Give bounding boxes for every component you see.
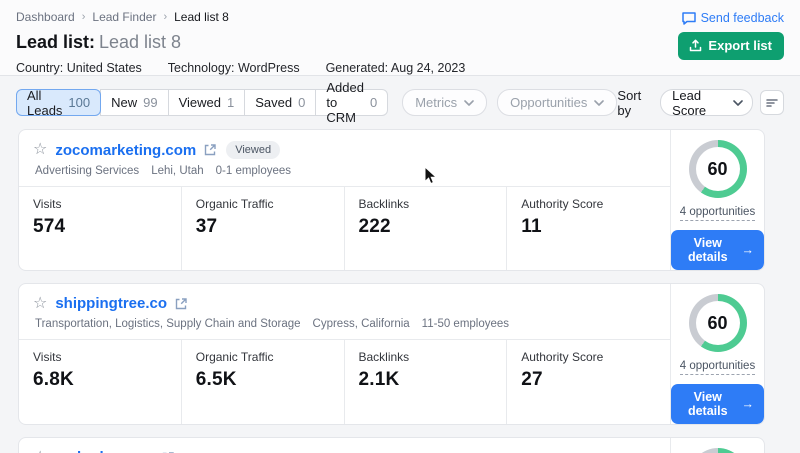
export-list-button[interactable]: Export list: [678, 32, 784, 60]
tab-saved[interactable]: Saved 0: [244, 89, 316, 116]
lead-card-shippingtree: ☆ shippingtree.co Transportation, Logist…: [18, 283, 765, 425]
sort-select[interactable]: Lead Score: [660, 89, 753, 116]
lead-list: ☆ zocomarketing.com Viewed Advertising S…: [18, 129, 765, 453]
lead-metrics: Visits 574 Organic Traffic 37 Backlinks …: [19, 186, 670, 270]
opportunities-link[interactable]: 4 opportunities: [680, 360, 755, 375]
breadcrumb-separator-icon: ›: [82, 11, 86, 23]
breadcrumb-item-lead-finder[interactable]: Lead Finder: [92, 10, 156, 24]
opportunities-dropdown-button[interactable]: Opportunities: [497, 89, 617, 116]
tab-count: 0: [298, 95, 305, 110]
breadcrumb: Dashboard › Lead Finder › Lead list 8: [16, 9, 465, 24]
meta-technology: Technology: WordPress: [168, 61, 300, 75]
tab-all-leads[interactable]: All Leads 100: [16, 89, 101, 116]
sort-descending-icon: [766, 98, 778, 108]
metric-organic-traffic: Organic Traffic 37: [182, 187, 345, 270]
sort-by-label: Sort by: [617, 88, 652, 118]
star-icon[interactable]: ☆: [33, 142, 47, 158]
lead-location: Lehi, Utah: [151, 165, 203, 177]
tab-count: 1: [227, 95, 234, 110]
metric-authority-score: Authority Score 27: [507, 340, 670, 424]
lead-score-value: 60: [696, 147, 740, 191]
lead-employees: 11-50 employees: [422, 318, 509, 330]
tab-added-to-crm[interactable]: Added to CRM 0: [315, 89, 388, 116]
lead-subinfo: Transportation, Logistics, Supply Chain …: [33, 318, 654, 330]
lead-score-ring: 60: [689, 294, 747, 352]
upload-icon: [689, 39, 702, 52]
export-list-label: Export list: [708, 38, 772, 53]
view-details-button[interactable]: View details →: [671, 384, 764, 424]
metrics-dropdown-button[interactable]: Metrics: [402, 89, 487, 116]
tab-label: All Leads: [27, 88, 62, 118]
sort-select-value: Lead Score: [672, 88, 733, 118]
external-link-icon[interactable]: [204, 144, 216, 156]
tab-new[interactable]: New 99: [100, 89, 168, 116]
lead-industry: Advertising Services: [35, 165, 139, 177]
lead-industry: Transportation, Logistics, Supply Chain …: [35, 318, 301, 330]
metrics-dropdown-label: Metrics: [415, 95, 457, 110]
tab-count: 0: [370, 95, 377, 110]
view-details-button[interactable]: View details →: [671, 230, 764, 270]
tab-viewed[interactable]: Viewed 1: [168, 89, 246, 116]
lead-domain-link[interactable]: zocomarketing.com: [55, 142, 196, 159]
lead-score-value: 60: [696, 301, 740, 345]
metric-organic-traffic: Organic Traffic 6.5K: [182, 340, 345, 424]
list-meta: Country: United States Technology: WordP…: [16, 61, 465, 75]
sort-direction-button[interactable]: [760, 90, 784, 115]
metric-authority-score: Authority Score 11: [507, 187, 670, 270]
chevron-down-icon: [464, 100, 474, 106]
tab-count: 100: [68, 95, 90, 110]
metric-backlinks: Backlinks 2.1K: [345, 340, 508, 424]
lead-subinfo: Advertising Services Lehi, Utah 0-1 empl…: [33, 165, 654, 177]
opportunities-link[interactable]: 4 opportunities: [680, 206, 755, 221]
viewed-badge: Viewed: [226, 141, 280, 159]
feedback-bubble-icon: [682, 12, 696, 25]
filter-bar: All Leads 100 New 99 Viewed 1 Saved 0 Ad…: [16, 89, 784, 116]
page-header: Dashboard › Lead Finder › Lead list 8 Le…: [0, 0, 800, 76]
breadcrumb-separator-icon: ›: [163, 11, 167, 23]
tab-label: Viewed: [179, 95, 221, 110]
page-title: Lead list:Lead list 8: [16, 31, 465, 53]
arrow-right-icon: →: [742, 397, 755, 411]
lead-status-tabs: All Leads 100 New 99 Viewed 1 Saved 0 Ad…: [16, 89, 388, 116]
lead-domain-link[interactable]: amhydro.com: [55, 449, 153, 453]
tab-label: New: [111, 95, 137, 110]
lead-card-amhydro: ☆ amhydro.com Farming Arcata, CA 11-50 e…: [18, 437, 765, 453]
tab-label: Added to CRM: [326, 80, 364, 125]
breadcrumb-item-dashboard[interactable]: Dashboard: [16, 10, 75, 24]
metric-backlinks: Backlinks 222: [345, 187, 508, 270]
metric-visits: Visits 574: [19, 187, 182, 270]
lead-domain-link[interactable]: shippingtree.co: [55, 295, 167, 312]
lead-metrics: Visits 6.8K Organic Traffic 6.5K Backlin…: [19, 339, 670, 424]
chevron-down-icon: [733, 100, 743, 106]
external-link-icon[interactable]: [175, 298, 187, 310]
view-details-label: View details: [681, 390, 735, 418]
lead-score-ring: 60: [689, 140, 747, 198]
lead-score-ring: 55: [689, 448, 747, 453]
arrow-right-icon: →: [742, 243, 755, 257]
lead-employees: 0-1 employees: [216, 165, 291, 177]
meta-country: Country: United States: [16, 61, 142, 75]
page-title-label: Lead list:: [16, 32, 95, 52]
tab-count: 99: [143, 95, 157, 110]
lead-location: Cypress, California: [313, 318, 410, 330]
metric-visits: Visits 6.8K: [19, 340, 182, 424]
chevron-down-icon: [594, 100, 604, 106]
lead-card-zocomarketing: ☆ zocomarketing.com Viewed Advertising S…: [18, 129, 765, 271]
star-icon[interactable]: ☆: [33, 296, 47, 312]
meta-generated: Generated: Aug 24, 2023: [326, 61, 466, 75]
star-icon[interactable]: ☆: [33, 450, 47, 453]
send-feedback-label: Send feedback: [701, 11, 784, 25]
view-details-label: View details: [681, 236, 735, 264]
page-title-value: Lead list 8: [99, 32, 181, 52]
send-feedback-link[interactable]: Send feedback: [682, 11, 784, 25]
tab-label: Saved: [255, 95, 292, 110]
opportunities-dropdown-label: Opportunities: [510, 95, 587, 110]
breadcrumb-item-lead-list: Lead list 8: [174, 10, 229, 24]
